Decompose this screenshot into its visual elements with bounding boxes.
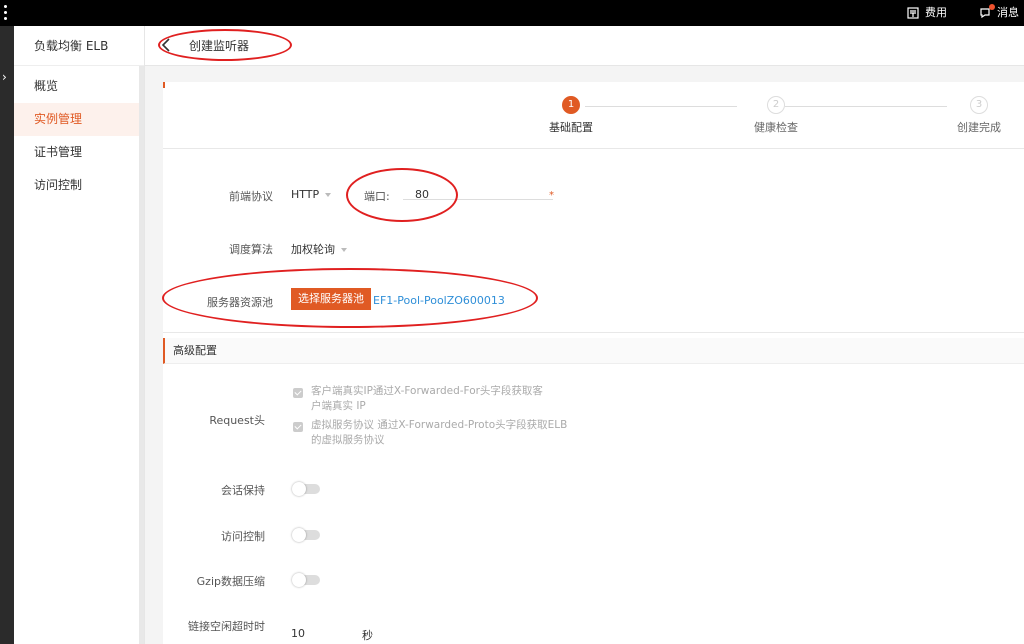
idle-timeout-unit: 秒 <box>362 629 373 642</box>
advanced-section-title: 高级配置 <box>173 344 217 357</box>
expand-chevron-icon[interactable]: › <box>2 70 7 84</box>
billing-label: 费用 <box>925 6 947 19</box>
session-persistence-label: 会话保持 <box>221 484 265 497</box>
messages-link[interactable]: 消息 <box>979 0 1019 26</box>
divider <box>163 332 1024 333</box>
chevron-down-icon <box>325 193 332 197</box>
divider <box>163 148 1024 149</box>
forwarded-proto-text: 虚拟服务协议 通过X-Forwarded-Proto头字段获取ELB 的虚拟服务… <box>311 418 611 448</box>
session-persistence-toggle[interactable] <box>292 482 320 496</box>
top-bar: 费用 消息 <box>0 0 1024 26</box>
step-label: 健康检查 <box>754 121 798 134</box>
protocol-value: HTTP <box>291 188 320 201</box>
step-basic-config: 1 基础配置 <box>536 96 606 135</box>
step-health-check: 2 健康检查 <box>741 96 811 135</box>
collapsed-global-nav: › <box>0 26 14 644</box>
step-label: 创建完成 <box>957 121 1001 134</box>
forwarded-proto-line1: 虚拟服务协议 通过X-Forwarded-Proto头字段获取ELB <box>311 419 568 431</box>
annotation-ellipse <box>346 168 458 222</box>
step-complete: 3 创建完成 <box>944 96 1014 135</box>
sidebar-title: 负载均衡 ELB <box>14 26 144 66</box>
algorithm-value: 加权轮询 <box>291 243 335 256</box>
sidebar-item-access-control[interactable]: 访问控制 <box>14 169 144 202</box>
create-listener-form: 1 基础配置 2 健康检查 3 创建完成 前端协议 HTTP 端口: 80 * … <box>163 82 1024 644</box>
forwarded-for-line2: 户端真实 IP <box>311 400 366 412</box>
forwarded-proto-line2: 的虚拟服务协议 <box>311 434 385 446</box>
billing-icon <box>907 7 919 19</box>
idle-timeout-label: 链接空闲超时时 <box>188 620 265 633</box>
annotation-ellipse <box>162 268 538 328</box>
request-header-label: Request头 <box>209 414 265 427</box>
toggle-knob <box>292 528 306 542</box>
chevron-down-icon <box>341 248 347 252</box>
sidebar-item-overview[interactable]: 概览 <box>14 70 144 103</box>
protocol-select[interactable]: HTTP <box>291 188 332 201</box>
toggle-knob <box>292 482 306 496</box>
forwarded-for-text: 客户端真实IP通过X-Forwarded-For头字段获取客 户端真实 IP <box>311 384 571 414</box>
step-number: 1 <box>562 96 580 114</box>
sidebar-nav: 概览 实例管理 证书管理 访问控制 <box>14 66 144 202</box>
required-marker: * <box>549 190 554 201</box>
step-label: 基础配置 <box>549 121 593 134</box>
algorithm-label: 调度算法 <box>229 243 273 256</box>
access-control-label: 访问控制 <box>221 530 265 543</box>
sidebar: 负载均衡 ELB 概览 实例管理 证书管理 访问控制 <box>14 26 145 644</box>
step-number: 2 <box>767 96 785 114</box>
annotation-ellipse <box>158 29 292 61</box>
gzip-toggle[interactable] <box>292 573 320 587</box>
forwarded-proto-checkbox[interactable] <box>293 422 303 432</box>
idle-timeout-input[interactable]: 10 <box>291 627 305 640</box>
gzip-label: Gzip数据压缩 <box>196 575 265 588</box>
unread-badge <box>989 4 995 10</box>
main-panel: 创建监听器 1 基础配置 2 健康检查 3 创建完成 前端协议 HTTP 端口:… <box>145 26 1024 644</box>
sidebar-item-certificates[interactable]: 证书管理 <box>14 136 144 169</box>
access-control-toggle[interactable] <box>292 528 320 542</box>
advanced-section-header: 高级配置 <box>163 338 1024 364</box>
menu-dots-icon[interactable] <box>4 5 10 21</box>
forwarded-for-checkbox[interactable] <box>293 388 303 398</box>
billing-link[interactable]: 费用 <box>907 0 947 26</box>
protocol-label: 前端协议 <box>229 190 273 203</box>
step-indicator: 1 基础配置 2 健康检查 3 创建完成 <box>163 90 1024 150</box>
sidebar-item-instances[interactable]: 实例管理 <box>14 103 144 136</box>
forwarded-for-line1: 客户端真实IP通过X-Forwarded-For头字段获取客 <box>311 385 543 397</box>
accent-marker <box>163 82 165 88</box>
step-number: 3 <box>970 96 988 114</box>
messages-label: 消息 <box>997 6 1019 19</box>
step-connector <box>585 106 737 107</box>
sidebar-scrollbar[interactable] <box>139 66 144 644</box>
toggle-knob <box>292 573 306 587</box>
algorithm-select[interactable]: 加权轮询 <box>291 241 347 257</box>
